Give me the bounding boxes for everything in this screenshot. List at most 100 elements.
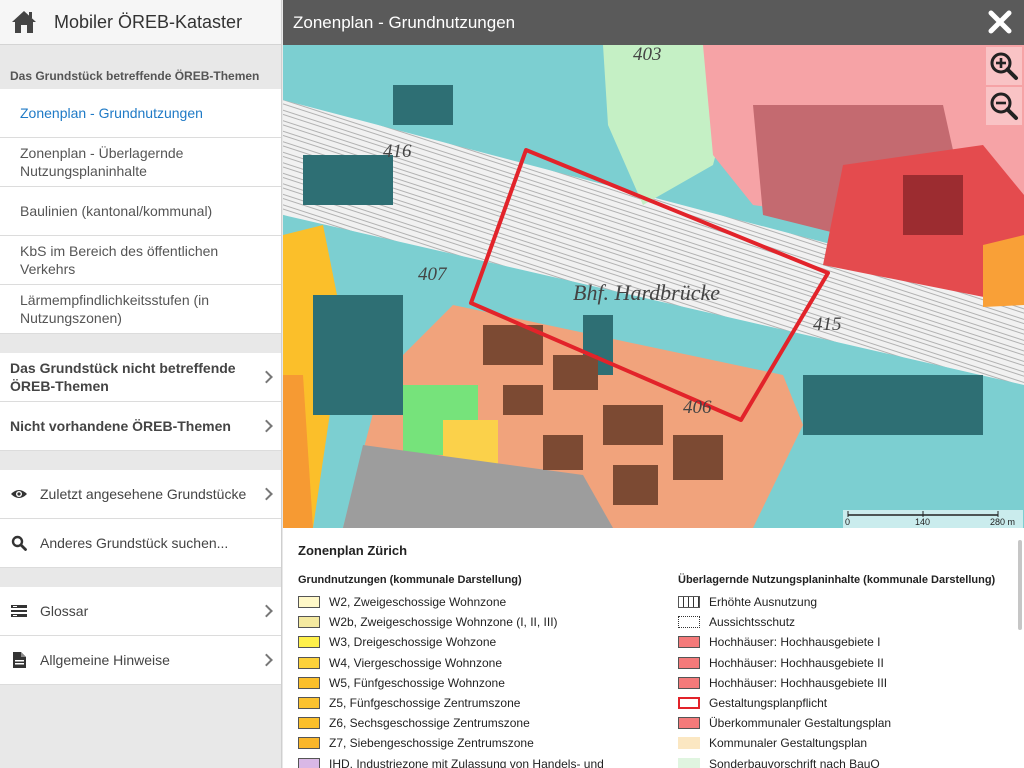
map-label-station: Bhf. Hardbrücke [573, 280, 720, 305]
legend-swatch [298, 717, 320, 730]
legend-swatch [678, 616, 700, 629]
group-not-affecting[interactable]: Das Grundstück nicht betreffende ÖREB-Th… [0, 353, 281, 402]
legend-swatch [678, 757, 700, 768]
glossary-button[interactable]: Glossar [0, 587, 281, 636]
legend-swatch [298, 757, 320, 768]
chevron-right-icon [260, 487, 273, 501]
legend-item: W4, Viergeschossige Wohnzone [298, 653, 668, 673]
legend-item: Gestaltungsplanpflicht [678, 693, 1018, 713]
close-icon [988, 10, 1012, 34]
legend-swatch [678, 717, 700, 730]
map-label-415: 415 [813, 314, 842, 335]
building [393, 85, 453, 125]
legend-item: IHD, Industriezone mit Zulassung von Han… [298, 754, 668, 768]
scale-bar: 0 140 280 m [843, 510, 1023, 528]
page-title: Zonenplan - Grundnutzungen [293, 12, 516, 32]
legend-item-label: Sonderbauvorschrift nach BauO [709, 756, 880, 768]
scale-label-mid: 140 [915, 517, 930, 527]
building [313, 295, 403, 415]
legend-swatch [678, 636, 700, 649]
search-icon [10, 534, 28, 552]
legend-swatch [678, 676, 700, 689]
legend-item-label: Gestaltungsplanpflicht [709, 696, 828, 711]
legend-item: Erhöhte Ausnutzung [678, 592, 1018, 612]
legend-item: Z7, Siebengeschossige Zentrumszone [298, 733, 668, 753]
legend-item: Z6, Sechsgeschossige Zentrumszone [298, 713, 668, 733]
map-label-416: 416 [383, 141, 412, 162]
legend-item-label: W5, Fünfgeschossige Wohnzone [329, 675, 505, 690]
eye-icon [10, 485, 28, 503]
legend-item-label: Z6, Sechsgeschossige Zentrumszone [329, 716, 530, 731]
legend-item-label: Überkommunaler Gestaltungsplan [709, 716, 892, 731]
sidebar: Mobiler ÖREB-Kataster Das Grundstück bet… [0, 0, 282, 768]
search-parcel-button[interactable]: Anderes Grundstück suchen... [0, 519, 281, 568]
sidebar-item-laerm[interactable]: Lärmempfindlichkeitsstufen (in Nutzungsz… [0, 285, 281, 334]
glossary-label: Glossar [40, 603, 89, 619]
chevron-right-icon [260, 653, 273, 667]
legend-item: Überkommunaler Gestaltungsplan [678, 713, 1018, 733]
legend-swatch [298, 697, 320, 710]
sidebar-item-kbs[interactable]: KbS im Bereich des öffentlichen Verkehrs [0, 236, 281, 285]
legend-item: Hochhäuser: Hochhausgebiete II [678, 653, 1018, 673]
sidebar-item-baulinien[interactable]: Baulinien (kantonal/kommunal) [0, 187, 281, 236]
building-red [903, 175, 963, 235]
legend-item-label: IHD, Industriezone mit Zulassung von Han… [329, 756, 604, 768]
legend-item-label: W3, Dreigeschossige Wohzone [329, 635, 497, 650]
legend-swatch [298, 616, 320, 629]
legend-item-label: W4, Viergeschossige Wohnzone [329, 655, 502, 670]
legend-item: Sonderbauvorschrift nach BauO [678, 754, 1018, 768]
orange-right-zone [983, 235, 1024, 307]
group-not-existing[interactable]: Nicht vorhandene ÖREB-Themen [0, 402, 281, 451]
zoom-out-button[interactable] [986, 87, 1022, 125]
legend-swatch [298, 596, 320, 609]
legend: Zonenplan Zürich Grundnutzungen (kommuna… [283, 528, 1024, 768]
zone-map[interactable]: Bhf. Hardbrücke 403 416 407 415 406 0 14… [283, 45, 1024, 528]
legend-left-column: Grundnutzungen (kommunale Darstellung) W… [298, 574, 668, 768]
legend-swatch [298, 636, 320, 649]
app-title: Mobiler ÖREB-Kataster [54, 11, 243, 32]
legend-swatch [678, 697, 700, 710]
legend-item-label: Aussichtsschutz [709, 615, 796, 630]
legend-item: W2, Zweigeschossige Wohnzone [298, 592, 668, 612]
legend-right-heading: Überlagernde Nutzungsplaninhalte (kommun… [678, 574, 996, 586]
general-notes-button[interactable]: Allgemeine Hinweise [0, 636, 281, 685]
zoom-in-button[interactable] [986, 47, 1022, 85]
list-icon [10, 602, 28, 620]
legend-left-heading: Grundnutzungen (kommunale Darstellung) [298, 574, 522, 586]
legend-item: W3, Dreigeschossige Wohzone [298, 632, 668, 652]
home-icon [12, 11, 36, 33]
sidebar-item-zonenplan-ueberlagernde[interactable]: Zonenplan - Überlagernde Nutzungsplaninh… [0, 138, 281, 187]
recent-parcels-button[interactable]: Zuletzt angesehene Grundstücke [0, 470, 281, 519]
chevron-right-icon [260, 370, 273, 384]
section-label-affecting: Das Grundstück betreffende ÖREB-Themen [10, 69, 260, 83]
map-label-403: 403 [633, 45, 662, 65]
zoom-out-icon [990, 92, 1018, 120]
legend-item: W5, Fünfgeschossige Wohnzone [298, 673, 668, 693]
main-panel: Zonenplan - Grundnutzungen Bhf. Hardbrüc… [283, 0, 1024, 768]
legend-scrollbar[interactable] [1018, 540, 1022, 630]
document-icon [10, 651, 28, 669]
scale-label-zero: 0 [845, 517, 850, 527]
sidebar-header: Mobiler ÖREB-Kataster [0, 0, 281, 45]
chevron-right-icon [260, 604, 273, 618]
group-not-existing-label: Nicht vorhandene ÖREB-Themen [10, 418, 231, 434]
legend-swatch [298, 656, 320, 669]
legend-item-label: W2, Zweigeschossige Wohnzone [329, 595, 507, 610]
legend-item-label: W2b, Zweigeschossige Wohnzone (I, II, II… [329, 615, 558, 630]
legend-swatch [678, 596, 700, 609]
close-button[interactable] [986, 8, 1014, 36]
legend-item-label: Hochhäuser: Hochhausgebiete I [709, 635, 881, 650]
zoom-in-icon [990, 52, 1018, 80]
sidebar-item-zonenplan-grundnutzungen[interactable]: Zonenplan - Grundnutzungen [0, 89, 281, 138]
legend-swatch [298, 737, 320, 750]
legend-item: Z5, Fünfgeschossige Zentrumszone [298, 693, 668, 713]
main-header: Zonenplan - Grundnutzungen [283, 0, 1024, 45]
search-parcel-label: Anderes Grundstück suchen... [40, 535, 229, 551]
legend-item: Hochhäuser: Hochhausgebiete III [678, 673, 1018, 693]
home-button[interactable] [0, 0, 48, 45]
legend-item: W2b, Zweigeschossige Wohnzone (I, II, II… [298, 612, 668, 632]
legend-right-column: Überlagernde Nutzungsplaninhalte (kommun… [678, 574, 1018, 768]
legend-swatch [298, 676, 320, 689]
group-not-affecting-label: Das Grundstück nicht betreffende ÖREB-Th… [10, 360, 236, 394]
legend-item: Hochhäuser: Hochhausgebiete I [678, 632, 1018, 652]
